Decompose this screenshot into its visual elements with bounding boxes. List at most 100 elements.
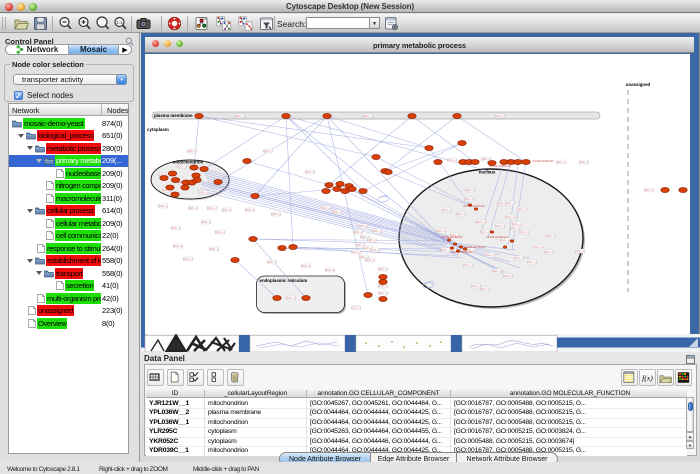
tree-row[interactable]: transport558(0) xyxy=(9,267,128,280)
network-node[interactable] xyxy=(434,160,442,165)
plasma-membrane-region[interactable] xyxy=(152,112,600,119)
network-node[interactable] xyxy=(522,160,530,165)
tree-row[interactable]: nucleobase-209(0) xyxy=(9,167,128,180)
scroll-up-button[interactable]: ▲ xyxy=(686,432,694,441)
network-node-small[interactable] xyxy=(453,243,457,246)
save-session-button[interactable] xyxy=(33,16,48,31)
network-node[interactable] xyxy=(364,293,372,298)
zoom-fit-button[interactable] xyxy=(95,16,110,31)
tabs-overflow-button[interactable]: ▶ xyxy=(118,45,131,54)
snapshot-button[interactable] xyxy=(136,16,151,31)
network-node[interactable] xyxy=(282,114,290,119)
tree-row[interactable]: multi-organism pro42(0) xyxy=(9,292,128,305)
table-cell[interactable]: [GO:0016787, GO:0005488, GO:0005215, G..… xyxy=(451,418,687,428)
delete-attribute-button[interactable] xyxy=(227,369,244,386)
heatmap-view-button[interactable] xyxy=(675,369,692,386)
network-node[interactable] xyxy=(325,183,333,188)
tree-row[interactable]: primary metabol209(... xyxy=(9,155,128,168)
import-attributes-button[interactable] xyxy=(657,369,674,386)
expand-triangle-icon[interactable] xyxy=(27,259,33,263)
network-node-small[interactable] xyxy=(447,239,451,242)
formula-builder-button[interactable]: f(x) xyxy=(639,369,656,386)
table-cell[interactable]: [GO:0044464, GO:0044446, GO:0044444, G..… xyxy=(307,437,451,447)
node-color-dropdown[interactable]: transporter activity xyxy=(13,74,127,85)
table-scrollbar[interactable] xyxy=(686,397,694,432)
column-header[interactable]: _cellularLayoutRegion xyxy=(205,390,307,398)
network-node-small[interactable] xyxy=(468,204,472,207)
zoom-selected-button[interactable]: 1:1 xyxy=(113,16,128,31)
tree-row[interactable]: cell communicat22(0) xyxy=(9,230,128,243)
network-node[interactable] xyxy=(384,170,392,175)
scrollbar-thumb[interactable] xyxy=(688,402,693,411)
network-node-small[interactable] xyxy=(490,231,494,234)
network-node[interactable] xyxy=(359,189,367,194)
network-node[interactable] xyxy=(249,237,257,242)
select-all-attributes-button[interactable] xyxy=(187,369,204,386)
expand-triangle-icon[interactable] xyxy=(27,209,33,213)
new-attribute-button[interactable] xyxy=(167,369,184,386)
table-cell[interactable]: cytoplasm xyxy=(205,437,307,447)
column-header[interactable]: annotation.GO MOLECULAR_FUNCTION xyxy=(451,390,687,398)
tree-row[interactable]: macromolecule311(0) xyxy=(9,192,128,205)
table-cell[interactable]: [GO:0045267, GO:0045261, GO:0044464, G..… xyxy=(307,399,451,409)
network-node[interactable] xyxy=(289,245,297,250)
table-cell[interactable]: YDR039C__1 xyxy=(146,446,205,456)
tree-row[interactable]: biological_process651(0) xyxy=(9,130,128,143)
network-node[interactable] xyxy=(408,114,416,119)
table-cell[interactable]: [GO:0016787, GO:0005215, GO:0003824, G..… xyxy=(451,427,687,437)
network-node[interactable] xyxy=(322,189,330,194)
attribute-table[interactable]: ID_cellularLayoutRegionannotation.GO CEL… xyxy=(146,389,687,456)
network-node[interactable] xyxy=(181,185,189,190)
network-node[interactable] xyxy=(231,258,239,263)
tree-row[interactable]: establishment of lo558(0) xyxy=(9,255,128,268)
column-header[interactable]: annotation.GO CELLULAR_COMPONENT xyxy=(307,390,451,398)
network-node[interactable] xyxy=(333,187,341,192)
network-node[interactable] xyxy=(514,160,522,165)
network-node[interactable] xyxy=(323,114,331,119)
network-node[interactable] xyxy=(379,297,387,302)
expand-triangle-icon[interactable] xyxy=(27,146,33,150)
table-cell[interactable]: YLR295C xyxy=(146,427,205,437)
network-node[interactable] xyxy=(168,171,176,176)
network-node-small[interactable] xyxy=(463,248,467,251)
table-cell[interactable]: cytoplasm xyxy=(205,427,307,437)
table-cell[interactable]: [GO:0044464, GO:0044444, GO:0044425, G..… xyxy=(307,408,451,418)
search-input[interactable] xyxy=(306,17,370,29)
network-node[interactable] xyxy=(458,141,466,146)
scroll-down-button[interactable]: ▼ xyxy=(686,441,694,450)
network-node[interactable] xyxy=(251,194,259,199)
table-cell[interactable]: YJR121W__1 xyxy=(146,399,205,409)
unselect-all-attributes-button[interactable] xyxy=(207,369,224,386)
table-cell[interactable]: [GO:0044464, GO:0044444, GO:0044425, G..… xyxy=(307,418,451,428)
table-cell[interactable]: mitochondrion xyxy=(205,418,307,428)
attribute-list-button[interactable] xyxy=(621,369,638,386)
open-file-button[interactable] xyxy=(14,16,29,31)
network-node[interactable] xyxy=(379,280,387,285)
network-node[interactable] xyxy=(679,188,687,193)
network-node[interactable] xyxy=(488,161,496,166)
tree-row[interactable]: unassigned223(0) xyxy=(9,305,128,318)
network-node-small[interactable] xyxy=(474,208,478,211)
network-node-small[interactable] xyxy=(450,247,454,250)
network-node[interactable] xyxy=(336,182,344,187)
table-cell[interactable]: plasma membrane xyxy=(205,408,307,418)
destroy-view-button[interactable] xyxy=(259,16,274,31)
network-node[interactable] xyxy=(372,155,380,160)
network-node[interactable] xyxy=(661,188,669,193)
network-node[interactable] xyxy=(160,176,168,181)
table-cell[interactable]: YKR052C xyxy=(146,437,205,447)
search-dropdown-button[interactable]: ▼ xyxy=(370,17,380,29)
table-cell[interactable]: [GO:0005488, GO:0005215, GO:0003674] xyxy=(451,437,687,447)
network-node-small[interactable] xyxy=(459,246,463,249)
network-node[interactable] xyxy=(243,159,251,164)
network-node[interactable] xyxy=(166,185,174,190)
table-cell[interactable]: YPL036W__1 xyxy=(146,418,205,428)
tree-row[interactable]: Overview8(0) xyxy=(9,317,128,330)
table-cell[interactable]: [GO:0045263, GO:0044464, GO:0044455, G..… xyxy=(307,427,451,437)
network-node[interactable] xyxy=(471,160,479,165)
network-node[interactable] xyxy=(171,178,179,183)
select-nodes-checkbox[interactable]: ✓ xyxy=(14,91,23,100)
network-overview-button[interactable] xyxy=(194,16,209,31)
network-node-small[interactable] xyxy=(503,246,507,249)
network-window-titlebar[interactable]: primary metabolic process xyxy=(145,37,694,53)
